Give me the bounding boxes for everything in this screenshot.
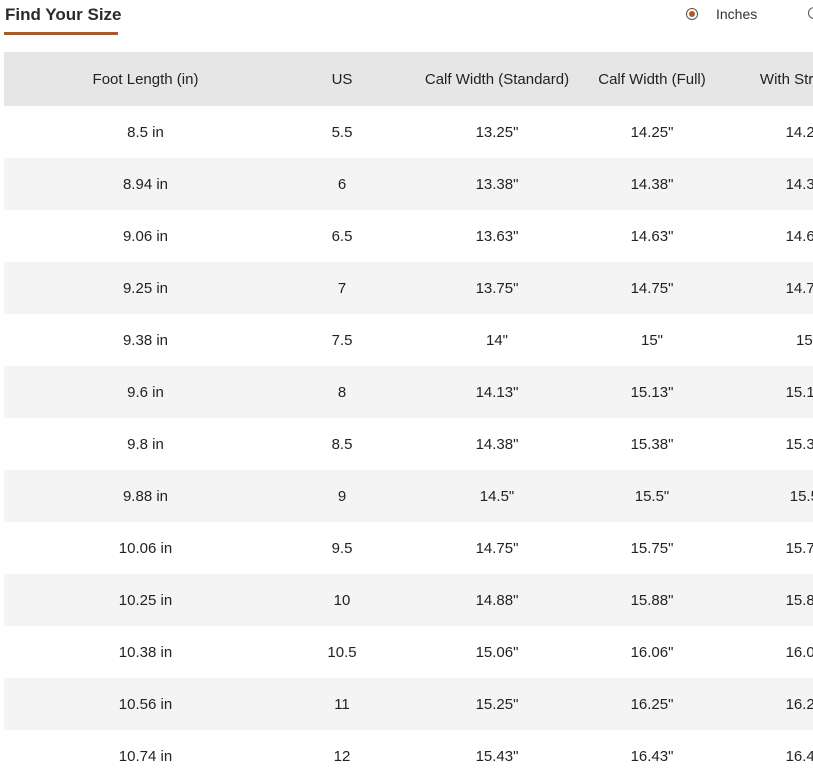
col-header-calf-standard: Calf Width (Standard) bbox=[424, 70, 570, 88]
foot-length-cell: 9.8 in bbox=[127, 435, 164, 453]
foot-length-cell: 10.38 in bbox=[118, 643, 173, 661]
stretchfit-cell: 15.13" bbox=[785, 383, 813, 401]
calf-full-cell: 15.5" bbox=[634, 487, 670, 505]
table-row: 9.8 in 8.5 14.38" 15.38" 15.38" bbox=[4, 418, 813, 470]
us-size-cell: 7 bbox=[337, 279, 347, 297]
calf-standard-cell: 14.38" bbox=[475, 435, 519, 453]
col-header-foot-length: Foot Length (in) bbox=[92, 70, 199, 88]
calf-standard-cell: 14.88" bbox=[475, 591, 519, 609]
foot-length-cell: 10.74 in bbox=[118, 747, 173, 765]
unit-toggle: Inches bbox=[686, 4, 757, 24]
us-size-cell: 10 bbox=[333, 591, 351, 609]
calf-full-cell: 14.63" bbox=[630, 227, 674, 245]
calf-full-cell: 14.25" bbox=[630, 123, 674, 141]
foot-length-cell: 9.25 in bbox=[122, 279, 169, 297]
calf-full-cell: 15.75" bbox=[630, 539, 674, 557]
calf-standard-cell: 15.06" bbox=[475, 643, 519, 661]
col-header-stretchfit: With StretchFi bbox=[759, 70, 813, 88]
table-row: 8.94 in 6 13.38" 14.38" 14.38" bbox=[4, 158, 813, 210]
stretchfit-cell: 15.5" bbox=[789, 487, 813, 505]
us-size-cell: 6.5 bbox=[331, 227, 353, 245]
table-body: 8.5 in 5.5 13.25" 14.25" 14.25" 8.94 in 6 13.38… bbox=[4, 106, 813, 776]
stretchfit-cell: 16.25" bbox=[785, 695, 813, 713]
us-size-cell: 9.5 bbox=[331, 539, 353, 557]
calf-standard-cell: 14.75" bbox=[475, 539, 519, 557]
calf-full-cell: 14.38" bbox=[630, 175, 674, 193]
table-row: 9.38 in 7.5 14" 15" 15" bbox=[4, 314, 813, 366]
calf-standard-cell: 15.43" bbox=[475, 747, 519, 765]
calf-standard-cell: 13.25" bbox=[475, 123, 519, 141]
us-size-cell: 11 bbox=[334, 695, 350, 713]
table-row: 9.06 in 6.5 13.63" 14.63" 14.63" bbox=[4, 210, 813, 262]
calf-standard-cell: 14.13" bbox=[475, 383, 519, 401]
stretchfit-cell: 15.88" bbox=[785, 591, 813, 609]
table-row: 10.25 in 10 14.88" 15.88" 15.88" bbox=[4, 574, 813, 626]
calf-full-cell: 15.13" bbox=[630, 383, 674, 401]
size-table-container[interactable]: Foot Length (in) US Calf Width (Standard… bbox=[4, 52, 813, 776]
table-row: 9.88 in 9 14.5" 15.5" 15.5" bbox=[4, 470, 813, 522]
table-row: 9.6 in 8 14.13" 15.13" 15.13" bbox=[4, 366, 813, 418]
foot-length-cell: 9.6 in bbox=[127, 383, 164, 401]
page-title: Find Your Size bbox=[5, 5, 122, 24]
calf-standard-cell: 13.75" bbox=[475, 279, 519, 297]
us-size-cell: 5.5 bbox=[331, 123, 353, 141]
foot-length-cell: 8.94 in bbox=[122, 175, 169, 193]
foot-length-cell: 9.38 in bbox=[122, 331, 169, 349]
size-guide: Find Your Size Inches Foot Length (in) U… bbox=[0, 0, 813, 776]
foot-length-cell: 10.56 in bbox=[118, 695, 173, 713]
calf-standard-cell: 15.25" bbox=[475, 695, 519, 713]
stretchfit-cell: 14.63" bbox=[785, 227, 813, 245]
foot-length-cell: 9.06 in bbox=[122, 227, 169, 245]
table-row: 10.56 in 11 15.25" 16.25" 16.25" bbox=[4, 678, 813, 730]
calf-standard-cell: 13.63" bbox=[475, 227, 519, 245]
stretchfit-cell: 15.75" bbox=[785, 539, 813, 557]
calf-full-cell: 15.38" bbox=[630, 435, 674, 453]
calf-standard-cell: 14" bbox=[485, 331, 508, 349]
active-tab-underline bbox=[4, 32, 118, 35]
inches-radio[interactable] bbox=[686, 8, 698, 20]
foot-length-cell: 10.25 in bbox=[118, 591, 173, 609]
us-size-cell: 8 bbox=[337, 383, 347, 401]
calf-full-cell: 16.06" bbox=[630, 643, 674, 661]
stretchfit-cell: 14.75" bbox=[785, 279, 813, 297]
calf-full-cell: 16.43" bbox=[630, 747, 674, 765]
calf-full-cell: 16.25" bbox=[630, 695, 674, 713]
us-size-cell: 10.5 bbox=[327, 643, 357, 661]
us-size-cell: 9 bbox=[337, 487, 347, 505]
calf-standard-cell: 13.38" bbox=[475, 175, 519, 193]
table-row: 8.5 in 5.5 13.25" 14.25" 14.25" bbox=[4, 106, 813, 158]
table-header-row: Foot Length (in) US Calf Width (Standard… bbox=[4, 52, 813, 106]
stretchfit-cell: 14.25" bbox=[785, 123, 813, 141]
us-size-cell: 7.5 bbox=[331, 331, 353, 349]
centimeters-radio[interactable] bbox=[808, 7, 813, 19]
us-size-cell: 12 bbox=[333, 747, 351, 765]
stretchfit-cell: 16.43" bbox=[785, 747, 813, 765]
calf-full-cell: 14.75" bbox=[630, 279, 674, 297]
table-row: 10.38 in 10.5 15.06" 16.06" 16.06" bbox=[4, 626, 813, 678]
table-row: 10.06 in 9.5 14.75" 15.75" 15.75" bbox=[4, 522, 813, 574]
stretchfit-cell: 14.38" bbox=[785, 175, 813, 193]
foot-length-cell: 8.5 in bbox=[127, 123, 164, 141]
foot-length-cell: 9.88 in bbox=[122, 487, 169, 505]
stretchfit-cell: 15.38" bbox=[785, 435, 813, 453]
calf-full-cell: 15" bbox=[640, 331, 663, 349]
size-table: Foot Length (in) US Calf Width (Standard… bbox=[4, 52, 813, 776]
stretchfit-cell: 16.06" bbox=[785, 643, 813, 661]
calf-standard-cell: 14.5" bbox=[479, 487, 515, 505]
table-row: 9.25 in 7 13.75" 14.75" 14.75" bbox=[4, 262, 813, 314]
us-size-cell: 6 bbox=[337, 175, 347, 193]
inches-radio-label[interactable]: Inches bbox=[716, 6, 757, 22]
col-header-calf-full: Calf Width (Full) bbox=[598, 70, 706, 88]
foot-length-cell: 10.06 in bbox=[118, 539, 173, 557]
calf-full-cell: 15.88" bbox=[630, 591, 674, 609]
table-row: 10.74 in 12 15.43" 16.43" 16.43" bbox=[4, 730, 813, 776]
stretchfit-cell: 15" bbox=[795, 331, 813, 349]
us-size-cell: 8.5 bbox=[331, 435, 353, 453]
col-header-us: US bbox=[331, 70, 353, 88]
